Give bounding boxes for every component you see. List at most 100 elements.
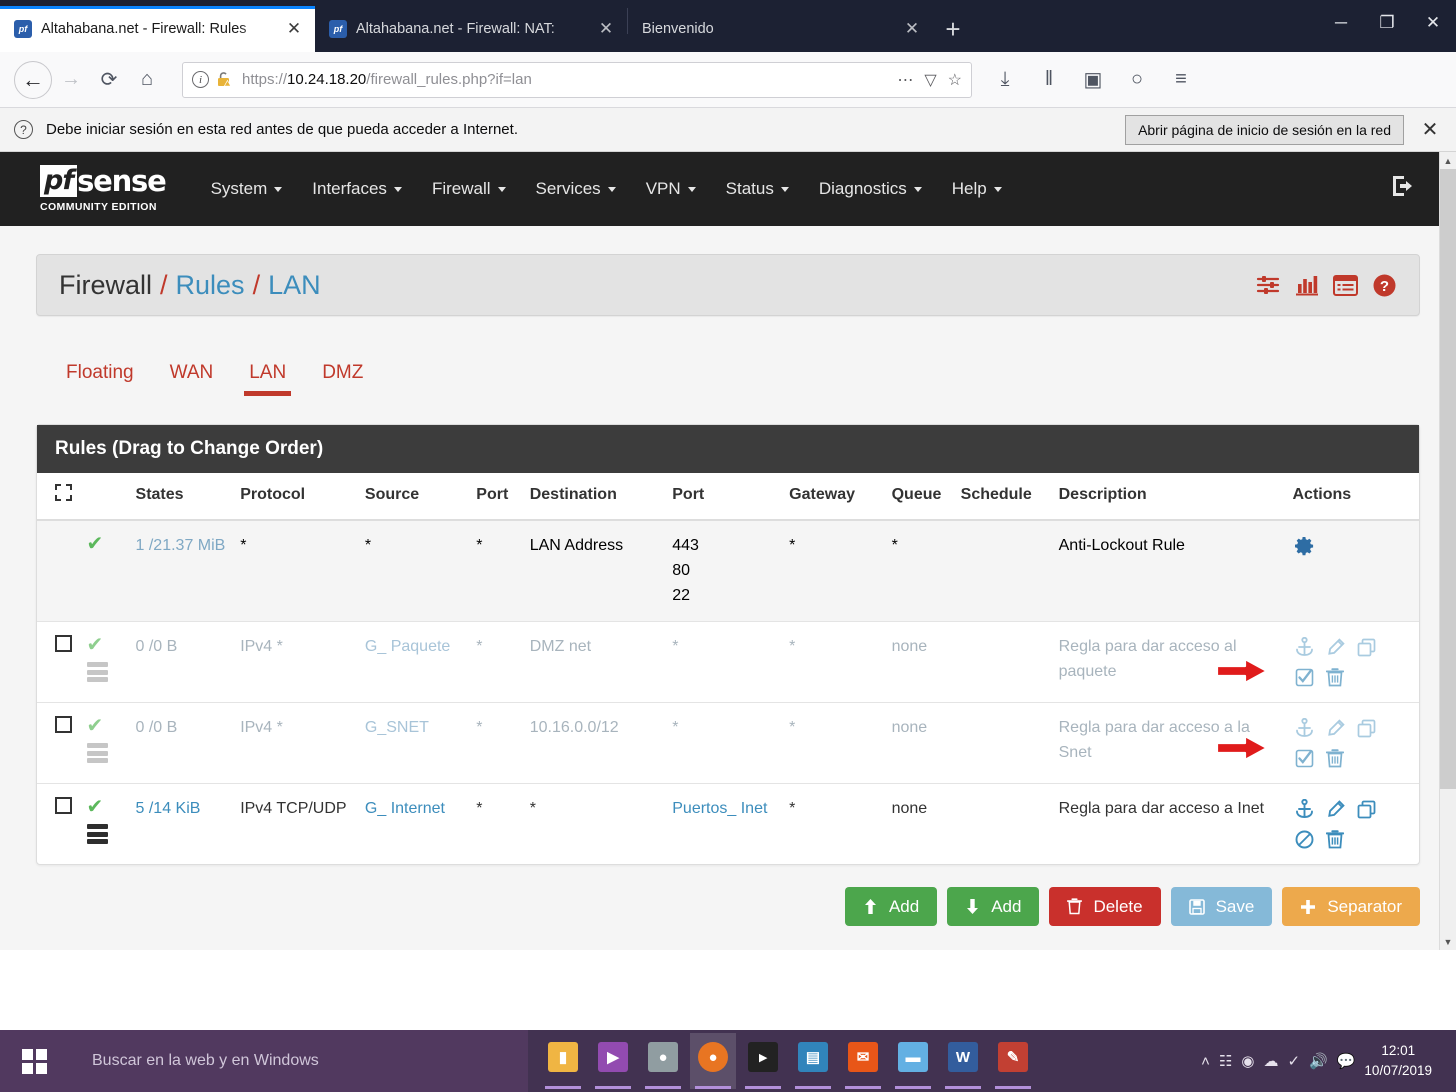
- library-icon[interactable]: ‖: [1030, 61, 1068, 99]
- copy-icon[interactable]: [1354, 716, 1378, 740]
- downloads-icon[interactable]: ⤓: [986, 61, 1024, 99]
- source-alias-link[interactable]: G_SNET: [365, 719, 429, 736]
- taskbar-app-media-player[interactable]: ▶: [590, 1033, 636, 1089]
- anchor-icon[interactable]: [1292, 797, 1316, 821]
- menu-services[interactable]: Services: [521, 169, 631, 209]
- source-alias-link[interactable]: G_ Paquete: [365, 638, 450, 655]
- save-rules-button[interactable]: Save: [1170, 887, 1273, 927]
- tray-expand-icon[interactable]: ˄: [1201, 1053, 1210, 1070]
- select-all-checkbox[interactable]: [55, 484, 72, 501]
- close-icon[interactable]: ✕: [901, 18, 923, 40]
- gear-icon[interactable]: [1292, 534, 1316, 558]
- row-source-cell[interactable]: G_SNET: [359, 702, 472, 784]
- close-icon[interactable]: ✕: [283, 18, 305, 40]
- taskbar-app-disk-tool[interactable]: ●: [640, 1033, 686, 1089]
- menu-system[interactable]: System: [196, 169, 298, 209]
- close-window-button[interactable]: ✕: [1410, 0, 1456, 46]
- taskbar-clock[interactable]: 12:01 10/07/2019: [1364, 1041, 1444, 1080]
- pfsense-logo[interactable]: pf sense COMMUNITY EDITION: [40, 165, 167, 213]
- taskbar-app-terminal[interactable]: ▸: [740, 1033, 786, 1089]
- row-checkbox[interactable]: [55, 716, 72, 734]
- site-identity[interactable]: i: [192, 71, 232, 88]
- onedrive-icon[interactable]: ☁: [1263, 1052, 1278, 1070]
- row-source-cell[interactable]: G_ Internet: [359, 783, 472, 865]
- tab-wan[interactable]: WAN: [152, 356, 232, 396]
- menu-vpn[interactable]: VPN: [631, 169, 711, 209]
- minimize-button[interactable]: ─: [1318, 0, 1364, 46]
- menu-interfaces[interactable]: Interfaces: [297, 169, 417, 209]
- row-checkbox[interactable]: [55, 635, 72, 653]
- chart-icon[interactable]: [1294, 273, 1319, 298]
- close-icon[interactable]: ✕: [1418, 117, 1442, 142]
- new-tab-button[interactable]: +: [933, 9, 973, 49]
- action-center-icon[interactable]: 💬: [1337, 1052, 1356, 1070]
- menu-status[interactable]: Status: [711, 169, 804, 209]
- trash-icon[interactable]: [1323, 746, 1347, 770]
- browser-tab-3[interactable]: Bienvenido ✕: [628, 6, 933, 52]
- trash-icon[interactable]: [1323, 827, 1347, 851]
- table-row[interactable]: ✔ 5 /14 KiB IPv4 TCP/UDP G_ Internet * *…: [37, 783, 1419, 865]
- logout-icon[interactable]: [1390, 174, 1416, 204]
- taskbar-app-paint[interactable]: ✎: [990, 1033, 1036, 1089]
- tab-lan[interactable]: LAN: [231, 356, 304, 396]
- back-button[interactable]: ←: [14, 60, 52, 99]
- menu-firewall[interactable]: Firewall: [417, 169, 521, 209]
- tab-dmz[interactable]: DMZ: [304, 356, 381, 396]
- source-alias-link[interactable]: G_ Internet: [365, 800, 445, 817]
- taskbar-app-mail[interactable]: ✉: [840, 1033, 886, 1089]
- menu-diagnostics[interactable]: Diagnostics: [804, 169, 937, 209]
- reload-button[interactable]: ⟳: [90, 61, 128, 99]
- scroll-up-icon[interactable]: ▲: [1440, 152, 1456, 169]
- table-row[interactable]: ✔ 1 /21.37 MiB * * * LAN Address 443 80 22…: [37, 519, 1419, 622]
- destination-port-alias-link[interactable]: Puertos_ Inet: [672, 800, 767, 817]
- anchor-icon[interactable]: [1292, 635, 1316, 659]
- url-bar[interactable]: i https://10.24.18.20/firewall_rules.php…: [182, 61, 972, 98]
- breadcrumb-rules[interactable]: Rules: [176, 270, 245, 301]
- usb-icon[interactable]: ✓: [1287, 1052, 1300, 1070]
- help-icon[interactable]: ?: [1372, 273, 1397, 298]
- anchor-icon[interactable]: [1292, 716, 1316, 740]
- taskbar-app-firefox[interactable]: ●: [690, 1033, 736, 1089]
- row-select-cell[interactable]: [37, 621, 82, 703]
- browser-tab-1[interactable]: pf Altahabana.net - Firewall: Rules ✕: [0, 6, 315, 52]
- check-square-icon[interactable]: [1292, 746, 1316, 770]
- pencil-icon[interactable]: [1323, 716, 1347, 740]
- taskbar-search[interactable]: Buscar en la web y en Windows: [68, 1030, 528, 1092]
- table-row[interactable]: ✔ 0 /0 B IPv4 * G_SNET * 10.16.0.0/12 * …: [37, 702, 1419, 784]
- account-icon[interactable]: ○: [1118, 61, 1156, 99]
- row-source-cell[interactable]: G_ Paquete: [359, 621, 472, 703]
- menu-help[interactable]: Help: [937, 169, 1017, 209]
- taskbar-app-word[interactable]: W: [940, 1033, 986, 1089]
- forward-button[interactable]: →: [52, 61, 90, 99]
- reader-mode-icon[interactable]: ▽: [924, 70, 936, 90]
- trash-icon[interactable]: [1323, 665, 1347, 689]
- network-icon[interactable]: ☷: [1219, 1052, 1232, 1070]
- breadcrumb-lan[interactable]: LAN: [268, 270, 321, 301]
- volume-icon[interactable]: 🔊: [1309, 1052, 1328, 1070]
- start-button[interactable]: [0, 1030, 68, 1092]
- add-rule-bottom-button[interactable]: Add: [947, 887, 1040, 927]
- open-network-login-button[interactable]: Abrir página de inicio de sesión en la r…: [1125, 114, 1404, 145]
- pencil-icon[interactable]: [1323, 635, 1347, 659]
- antivirus-icon[interactable]: ◉: [1241, 1052, 1254, 1070]
- bookmark-star-icon[interactable]: ☆: [948, 70, 962, 90]
- table-row[interactable]: ✔ 0 /0 B IPv4 * G_ Paquete * DMZ net * *…: [37, 621, 1419, 703]
- page-scrollbar[interactable]: ▲ ▼: [1439, 152, 1456, 950]
- check-square-icon[interactable]: [1292, 665, 1316, 689]
- hamburger-menu-icon[interactable]: ≡: [1162, 61, 1200, 99]
- taskbar-app-notes[interactable]: ▬: [890, 1033, 936, 1089]
- row-destination-port-cell[interactable]: Puertos_ Inet: [667, 783, 785, 865]
- taskbar-app-remote-desktop[interactable]: ▤: [790, 1033, 836, 1089]
- copy-icon[interactable]: [1354, 635, 1378, 659]
- browser-tab-2[interactable]: pf Altahabana.net - Firewall: NAT: ✕: [315, 6, 627, 52]
- sliders-icon[interactable]: [1255, 273, 1280, 298]
- select-all-header[interactable]: [37, 473, 82, 521]
- ban-icon[interactable]: [1292, 827, 1316, 851]
- scroll-down-icon[interactable]: ▼: [1440, 933, 1456, 950]
- taskbar-app-file-explorer[interactable]: ▮: [540, 1033, 586, 1089]
- maximize-button[interactable]: ❐: [1364, 0, 1410, 46]
- page-actions-icon[interactable]: ⋯: [897, 70, 913, 90]
- scrollbar-thumb[interactable]: [1440, 169, 1456, 789]
- list-icon[interactable]: [1333, 273, 1358, 298]
- row-checkbox[interactable]: [55, 797, 72, 815]
